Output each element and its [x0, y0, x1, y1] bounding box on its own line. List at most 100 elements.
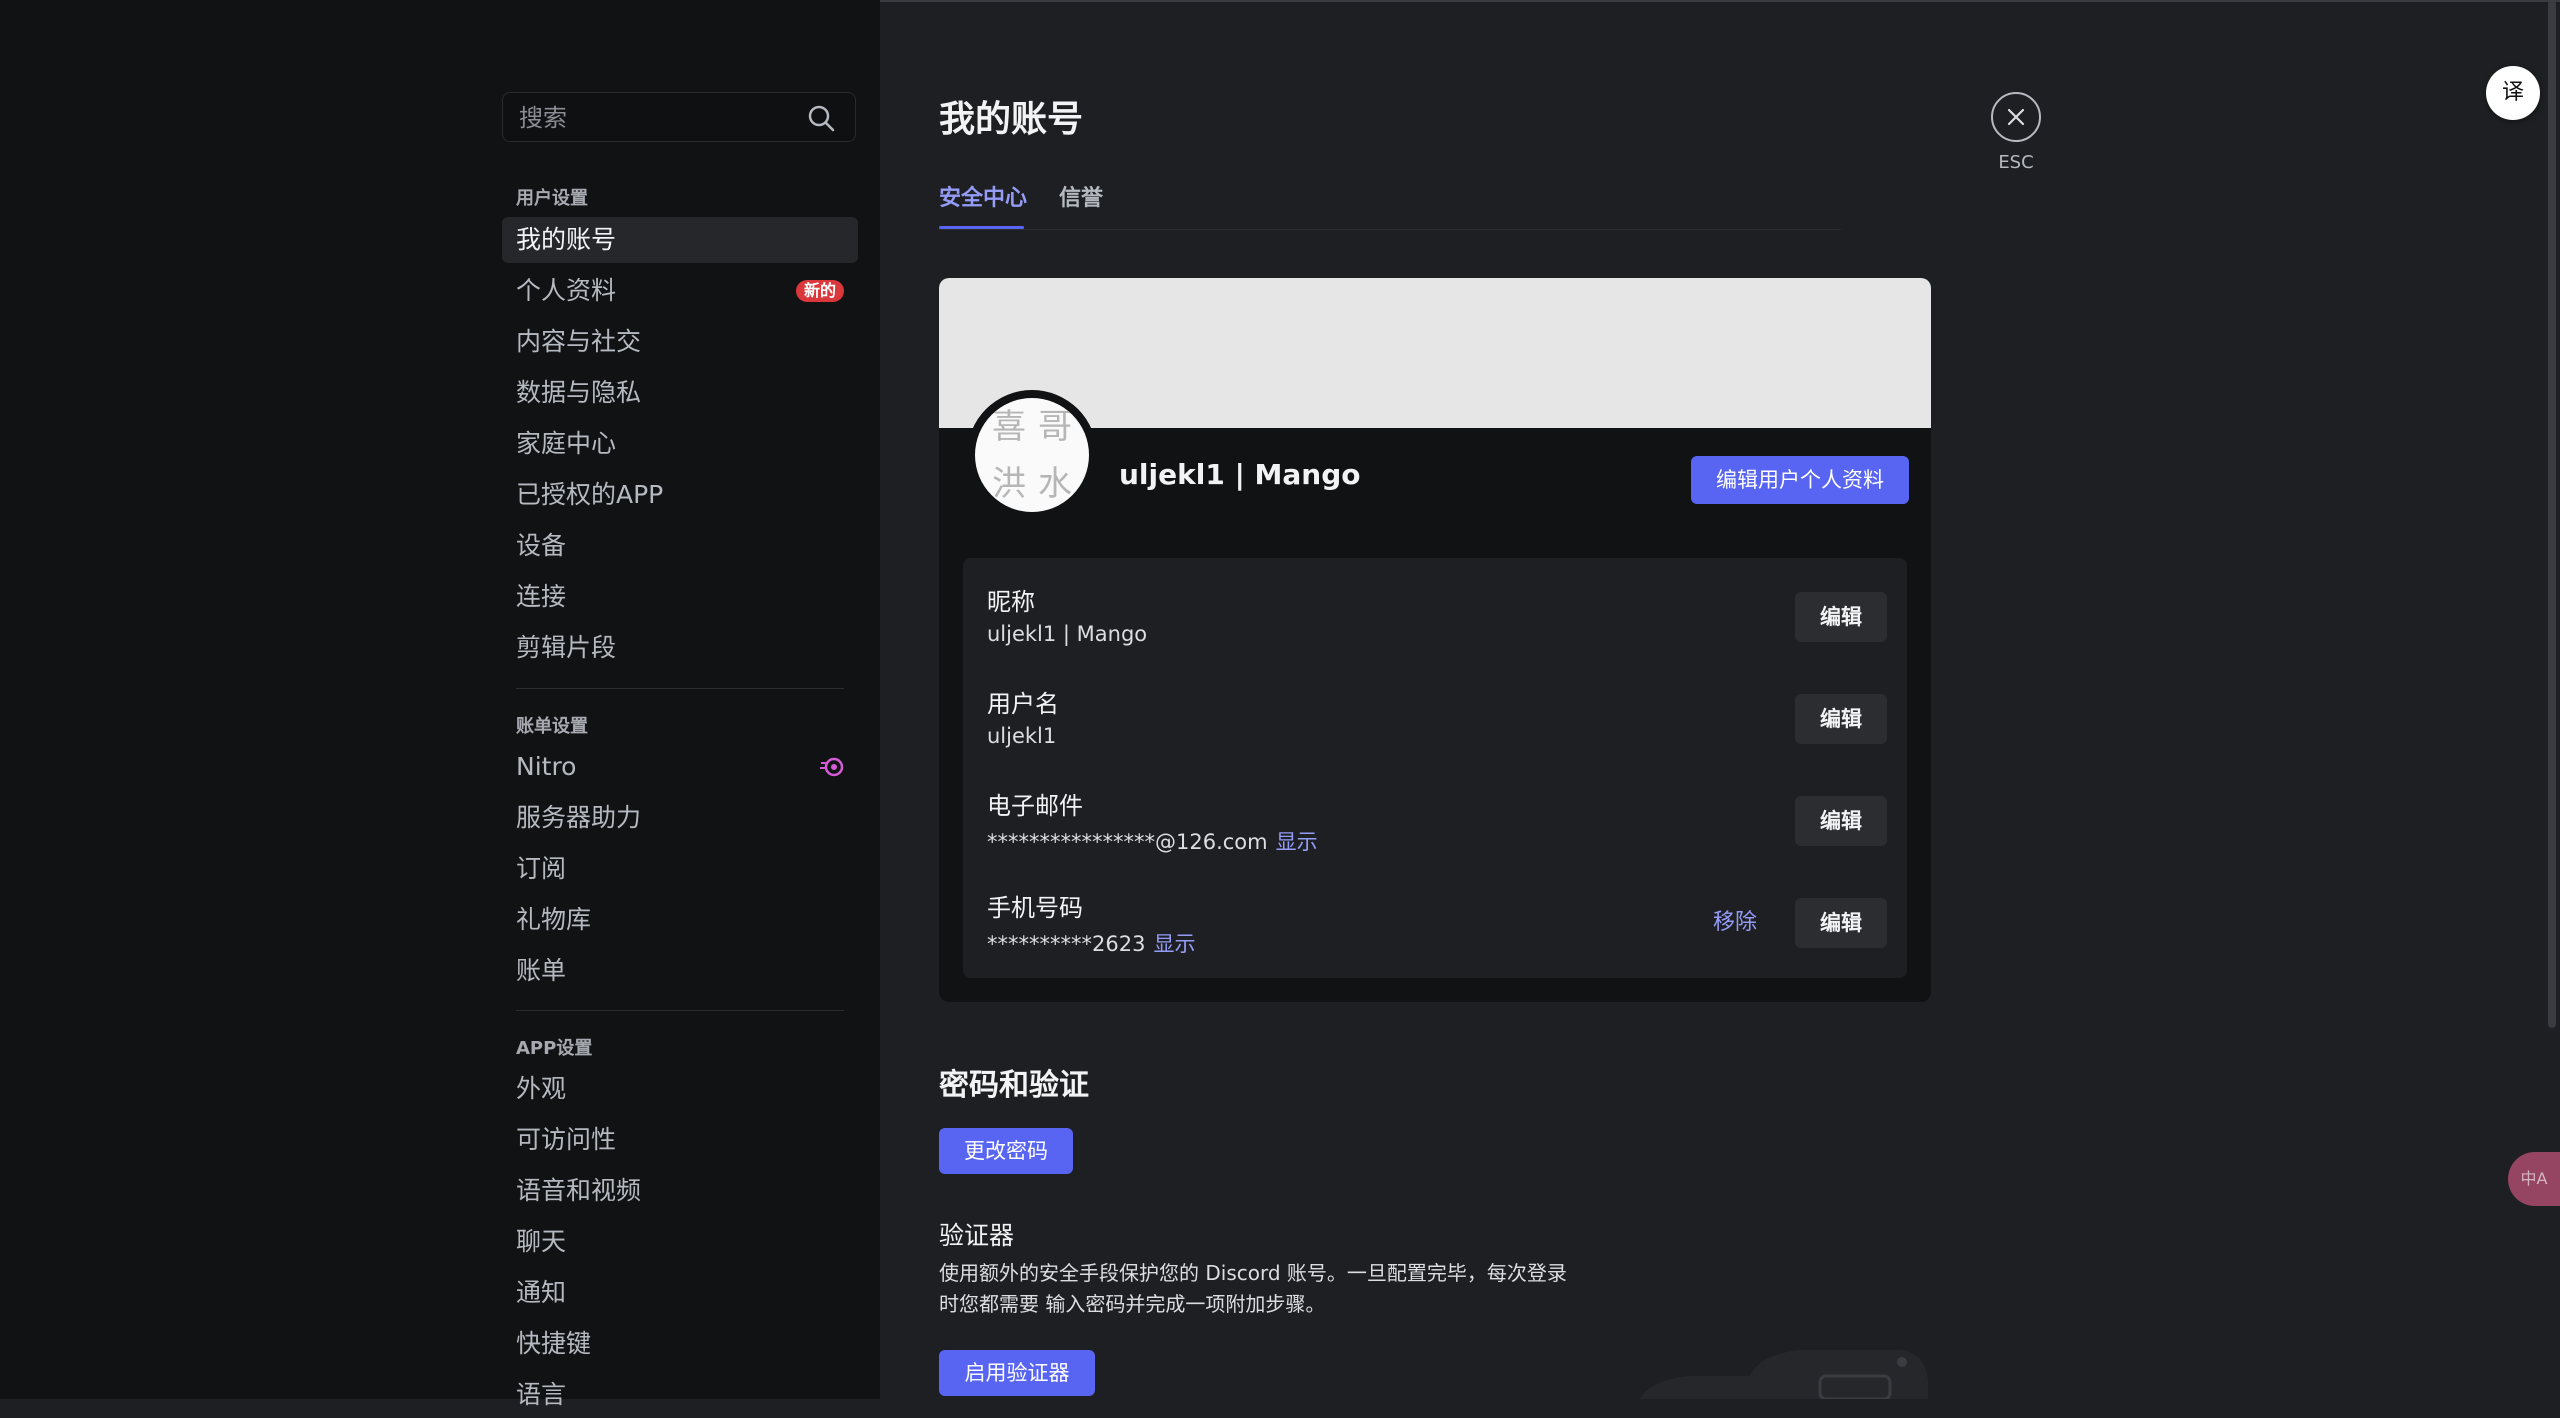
- esc-label: ESC: [1998, 152, 2034, 173]
- sidebar-item-label: 礼物库: [516, 905, 592, 934]
- authenticator-description: 使用额外的安全手段保护您的 Discord 账号。一旦配置完毕，每次登录 时您都…: [939, 1258, 1599, 1320]
- sidebar-item-accessibility[interactable]: 可访问性: [502, 1117, 858, 1163]
- avatar-image: 喜 哥 洪 水: [975, 398, 1089, 512]
- sidebar-divider: [516, 1010, 844, 1011]
- search-box[interactable]: [502, 92, 856, 143]
- sidebar-item-server-boost[interactable]: 服务器助力: [502, 795, 858, 841]
- sidebar-item-label: 剪辑片段: [516, 633, 617, 662]
- sidebar-item-label: 订阅: [516, 854, 567, 883]
- sidebar-item-notifications[interactable]: 通知: [502, 1270, 858, 1316]
- field-nickname: 昵称 uljekl1 | Mango 编辑: [987, 582, 1887, 662]
- authenticator-illustration: [1640, 1350, 1928, 1399]
- description-line: 使用额外的安全手段保护您的 Discord 账号。一旦配置完毕，每次登录: [939, 1261, 1567, 1285]
- sidebar-item-my-account[interactable]: 我的账号: [502, 217, 858, 263]
- sidebar-item-billing[interactable]: 账单: [502, 948, 858, 994]
- email-value: ****************@126.com: [987, 830, 1268, 854]
- reveal-phone-link[interactable]: 显示: [1153, 932, 1195, 956]
- account-fields: 昵称 uljekl1 | Mango 编辑 用户名 uljekl1 编辑 电子邮…: [963, 558, 1907, 978]
- close-control[interactable]: ESC: [1988, 92, 2044, 173]
- sidebar-item-family-center[interactable]: 家庭中心: [502, 421, 858, 467]
- change-password-button[interactable]: 更改密码: [939, 1128, 1073, 1174]
- field-value: **********2623 显示: [987, 928, 1195, 958]
- tabs-divider: [939, 229, 1841, 230]
- remove-phone-link[interactable]: 移除: [1713, 898, 1757, 948]
- sidebar-item-label: 设备: [516, 531, 567, 560]
- sidebar-item-label: 外观: [516, 1074, 567, 1103]
- sidebar-item-content-social[interactable]: 内容与社交: [502, 319, 858, 365]
- sidebar-item-label: Nitro: [516, 752, 577, 781]
- sidebar-item-label: 我的账号: [516, 225, 617, 254]
- sidebar-item-nitro[interactable]: Nitro: [502, 744, 858, 790]
- phone-value: **********2623: [987, 932, 1146, 956]
- edit-username-button[interactable]: 编辑: [1795, 694, 1887, 744]
- sidebar-item-chat[interactable]: 聊天: [502, 1219, 858, 1265]
- field-value: uljekl1: [987, 724, 1056, 748]
- sidebar-item-subscriptions[interactable]: 订阅: [502, 846, 858, 892]
- translate-button[interactable]: 译: [2486, 66, 2540, 120]
- scrollbar-thumb[interactable]: [2548, 0, 2556, 1028]
- sidebar-item-label: 语言: [516, 1380, 567, 1409]
- sidebar-item-connections[interactable]: 连接: [502, 574, 858, 620]
- password-section-title: 密码和验证: [939, 1068, 1089, 1103]
- sidebar-item-label: 已授权的APP: [516, 480, 664, 509]
- description-line: 时您都需要 输入密码并完成一项附加步骤。: [939, 1292, 1326, 1316]
- sidebar-item-label: 快捷键: [516, 1329, 592, 1358]
- sidebar-item-label: 语音和视频: [516, 1176, 642, 1205]
- sidebar-item-label: 聊天: [516, 1227, 567, 1256]
- avatar-char: 洪: [992, 463, 1026, 504]
- search-input[interactable]: [517, 93, 801, 143]
- profile-banner: [939, 278, 1931, 428]
- translate-tool-button[interactable]: 中A: [2508, 1152, 2560, 1206]
- sidebar-item-label: 家庭中心: [516, 429, 617, 458]
- sidebar-item-gift-inventory[interactable]: 礼物库: [502, 897, 858, 943]
- field-value: uljekl1 | Mango: [987, 622, 1147, 646]
- edit-nickname-button[interactable]: 编辑: [1795, 592, 1887, 642]
- edit-phone-button[interactable]: 编辑: [1795, 898, 1887, 948]
- tab-security[interactable]: 安全中心: [939, 180, 1027, 212]
- field-label: 电子邮件: [987, 792, 1083, 820]
- page-title: 我的账号: [939, 99, 1084, 140]
- sidebar-item-label: 连接: [516, 582, 567, 611]
- sidebar-divider: [516, 688, 844, 689]
- sidebar-item-keybinds[interactable]: 快捷键: [502, 1321, 858, 1367]
- section-title-billing-settings: 账单设置: [516, 716, 588, 737]
- profile-display-name: uljekl1 | Mango: [1119, 458, 1361, 491]
- sidebar-item-label: 可访问性: [516, 1125, 617, 1154]
- field-label: 用户名: [987, 690, 1059, 718]
- enable-authenticator-button[interactable]: 启用验证器: [939, 1350, 1095, 1396]
- profile-card: 喜 哥 洪 水 uljekl1 | Mango 编辑用户个人资料 昵称 ulje…: [939, 278, 1931, 1002]
- field-username: 用户名 uljekl1 编辑: [987, 684, 1887, 764]
- nickname-value: uljekl1 | Mango: [987, 622, 1148, 646]
- field-label: 手机号码: [987, 894, 1083, 922]
- settings-content: 我的账号 安全中心 信誉 ESC 喜 哥 洪 水 uljekl1 | Mango…: [880, 0, 2560, 1399]
- sidebar-item-voice-video[interactable]: 语音和视频: [502, 1168, 858, 1214]
- sidebar-item-devices[interactable]: 设备: [502, 523, 858, 569]
- section-title-app-settings: APP设置: [516, 1038, 593, 1059]
- avatar[interactable]: 喜 哥 洪 水: [967, 390, 1097, 520]
- avatar-char: 哥: [1038, 406, 1072, 447]
- avatar-char: 喜: [992, 406, 1026, 447]
- section-title-user-settings: 用户设置: [516, 188, 588, 209]
- field-value: ****************@126.com 显示: [987, 826, 1318, 856]
- edit-profile-button[interactable]: 编辑用户个人资料: [1691, 456, 1909, 504]
- field-email: 电子邮件 ****************@126.com 显示 编辑: [987, 786, 1887, 866]
- sidebar-item-label: 个人资料: [516, 276, 617, 305]
- sidebar-item-profile[interactable]: 个人资料 新的: [502, 268, 858, 314]
- sidebar-item-clips[interactable]: 剪辑片段: [502, 625, 858, 671]
- edit-email-button[interactable]: 编辑: [1795, 796, 1887, 846]
- sidebar-item-appearance[interactable]: 外观: [502, 1066, 858, 1112]
- nitro-icon: [820, 757, 844, 777]
- username-value: uljekl1: [987, 724, 1057, 748]
- tab-standing[interactable]: 信誉: [1059, 180, 1103, 212]
- sidebar-item-authorized-apps[interactable]: 已授权的APP: [502, 472, 858, 518]
- sidebar-item-label: 数据与隐私: [516, 378, 642, 407]
- close-button[interactable]: [1991, 92, 2041, 142]
- sidebar-item-data-privacy[interactable]: 数据与隐私: [502, 370, 858, 416]
- authenticator-title: 验证器: [939, 1221, 1015, 1250]
- search-icon[interactable]: [807, 104, 835, 132]
- sidebar-item-language[interactable]: 语言: [502, 1372, 858, 1418]
- reveal-email-link[interactable]: 显示: [1276, 830, 1318, 854]
- sidebar-item-label: 服务器助力: [516, 803, 642, 832]
- settings-sidebar: 用户设置 我的账号 个人资料 新的 内容与社交 数据与隐私 家庭中心 已授权的AP…: [0, 0, 880, 1409]
- close-icon: [2007, 108, 2025, 126]
